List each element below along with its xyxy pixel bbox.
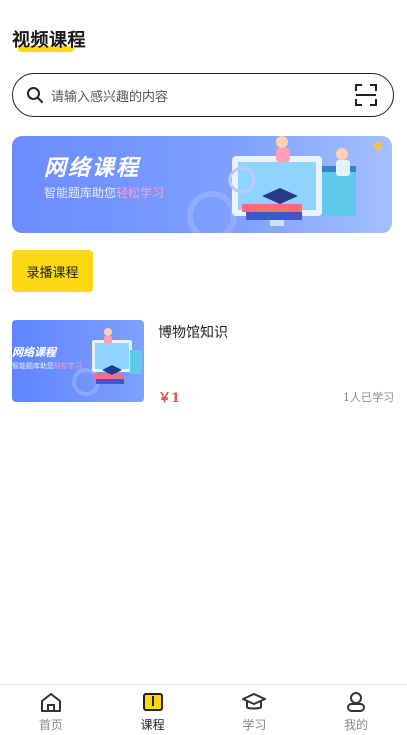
- page-title: 视频课程: [12, 30, 86, 51]
- banner-title: 网络课程: [44, 156, 141, 181]
- home-icon: [39, 690, 63, 714]
- course-thumbnail: 网络课程 智能题库助您轻松学习: [12, 320, 144, 402]
- course-price: ￥1: [158, 391, 181, 406]
- tab-home[interactable]: 首页: [0, 685, 102, 735]
- thumb-title: 网络课程: [12, 346, 56, 359]
- tab-study[interactable]: 学习: [204, 685, 306, 735]
- bottom-tab-bar: 首页 课程 学习 我的: [0, 684, 407, 735]
- tab-courses[interactable]: 课程: [102, 685, 204, 735]
- course-title: 博物馆知识: [158, 325, 228, 341]
- book-icon: [141, 690, 165, 714]
- tab-courses-label: 课程: [140, 718, 165, 732]
- search-input[interactable]: 请输入感兴趣的内容: [51, 86, 353, 105]
- tab-profile[interactable]: 我的: [305, 685, 407, 735]
- banner-subtitle-text: 智能题库助您: [44, 186, 117, 200]
- graduation-cap-icon: [242, 690, 267, 714]
- promo-banner[interactable]: 网络课程 智能题库助您轻松学习: [12, 136, 392, 233]
- tab-study-label: 学习: [242, 718, 267, 732]
- banner-illustration: [187, 136, 382, 233]
- page-header: 视频课程: [12, 26, 86, 52]
- scan-icon[interactable]: [353, 82, 379, 108]
- banner-subtitle: 智能题库助您轻松学习: [44, 184, 164, 201]
- course-learners: 1人已学习: [343, 391, 394, 404]
- tab-home-label: 首页: [38, 718, 63, 732]
- search-bar[interactable]: 请输入感兴趣的内容: [12, 73, 394, 117]
- search-icon: [25, 85, 45, 105]
- course-list-item[interactable]: 网络课程 智能题库助您轻松学习 博物馆知识 ￥1 1人已学习: [12, 320, 394, 406]
- tab-profile-label: 我的: [344, 718, 369, 732]
- course-page: 视频课程 请输入感兴趣的内容 网络课程 智能题库助您轻松学习 录播课程 网络课程…: [0, 0, 407, 735]
- category-tab-recorded[interactable]: 录播课程: [12, 250, 93, 292]
- user-icon: [344, 690, 368, 714]
- thumb-subtitle-text: 智能题库助您: [12, 362, 54, 370]
- thumb-illustration: [72, 328, 142, 396]
- banner-subtitle-highlight: 轻松学习: [116, 186, 165, 200]
